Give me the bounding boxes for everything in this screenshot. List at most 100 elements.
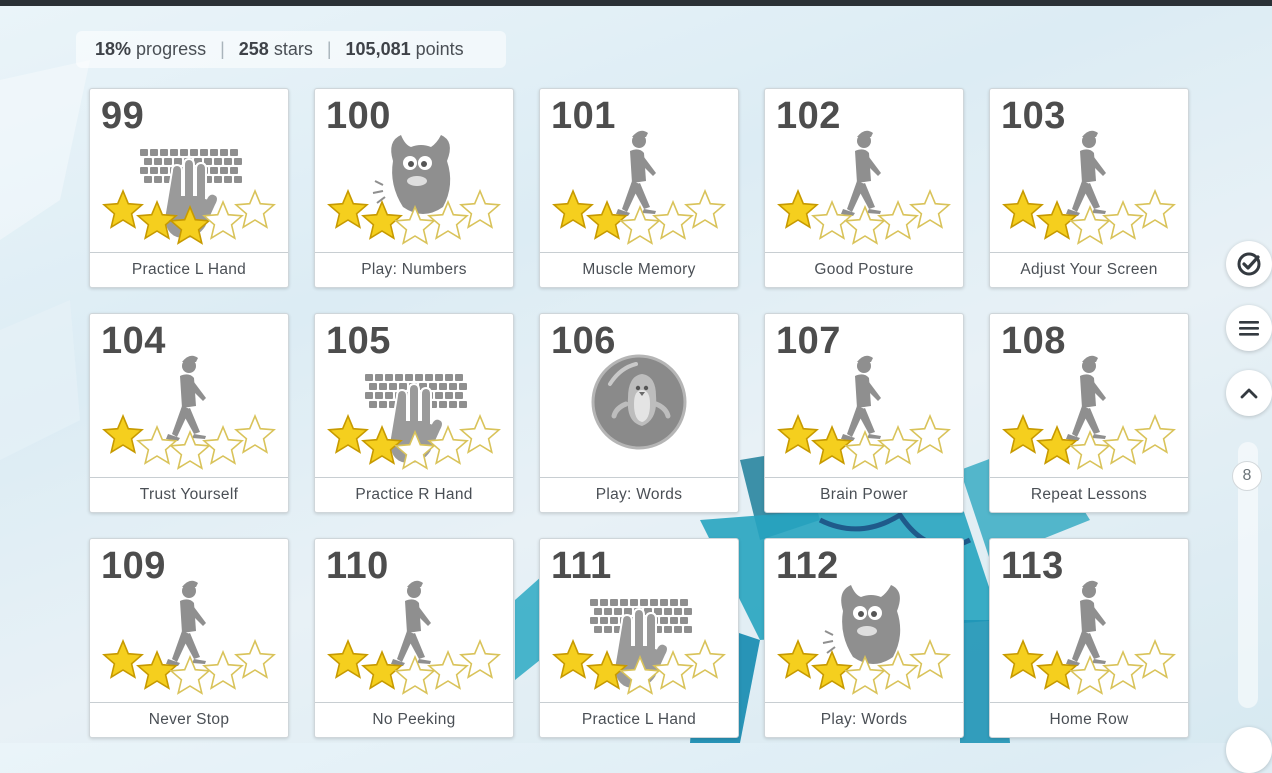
walking-person-icon [841, 130, 881, 216]
star-empty-icon [459, 413, 501, 454]
lesson-number: 100 [326, 95, 391, 137]
points-stat: 105,081 points [345, 39, 464, 59]
lesson-number: 102 [776, 95, 841, 137]
star-empty-icon [652, 199, 694, 240]
lesson-title: Play: Words [765, 702, 963, 737]
walking-person-icon [166, 580, 206, 666]
lesson-number: 101 [551, 95, 616, 137]
star-empty-icon [202, 649, 244, 690]
star-filled-icon [777, 188, 819, 229]
lesson-card[interactable]: 108 Repeat Lessons [989, 313, 1189, 513]
walking-person-icon [166, 355, 206, 441]
lesson-card[interactable]: 101 Muscle Memory [539, 88, 739, 288]
star-filled-icon [1002, 638, 1044, 679]
lesson-number: 104 [101, 320, 166, 362]
lesson-number: 103 [1001, 95, 1066, 137]
walking-person-icon [1066, 355, 1106, 441]
star-filled-icon [327, 638, 369, 679]
star-filled-icon [327, 413, 369, 454]
lesson-card[interactable]: 113 Home Row [989, 538, 1189, 738]
lesson-title: Practice R Hand [315, 477, 513, 512]
separator: | [220, 39, 225, 59]
star-empty-icon [909, 638, 951, 679]
star-empty-icon [684, 638, 726, 679]
lesson-card[interactable]: 100 Play: Numbers [314, 88, 514, 288]
walking-person-icon [616, 130, 656, 216]
monster-icon [822, 585, 901, 664]
lesson-title: Adjust Your Screen [990, 252, 1188, 287]
star-empty-icon [427, 649, 469, 690]
star-empty-icon [234, 413, 276, 454]
star-empty-icon [1102, 649, 1144, 690]
lesson-number: 112 [776, 545, 839, 587]
scroll-thumb[interactable]: 8 [1232, 461, 1262, 491]
star-filled-icon [552, 188, 594, 229]
lesson-title: Practice L Hand [540, 702, 738, 737]
star-empty-icon [459, 638, 501, 679]
star-empty-icon [1134, 188, 1176, 229]
lesson-title: Home Row [990, 702, 1188, 737]
lesson-title: Trust Yourself [90, 477, 288, 512]
star-empty-icon [877, 199, 919, 240]
lesson-card[interactable]: 103 Adjust Your Screen [989, 88, 1189, 288]
lesson-number: 110 [326, 545, 389, 587]
star-empty-icon [909, 188, 951, 229]
lesson-card[interactable]: 102 Good Posture [764, 88, 964, 288]
top-bar [0, 0, 1272, 6]
lesson-card[interactable]: 105 Practice R Hand [314, 313, 514, 513]
star-empty-icon [1134, 413, 1176, 454]
penguin-bubble-icon [591, 354, 687, 450]
lesson-card[interactable]: 99 Practice L Hand [89, 88, 289, 288]
star-filled-icon [1002, 413, 1044, 454]
lesson-number: 105 [326, 320, 391, 362]
lesson-title: Good Posture [765, 252, 963, 287]
lesson-title: Muscle Memory [540, 252, 738, 287]
star-filled-icon [777, 638, 819, 679]
lesson-number: 109 [101, 545, 166, 587]
lesson-card[interactable]: 107 Brain Power [764, 313, 964, 513]
stars-stat: 258 stars [238, 39, 313, 59]
lesson-title: Play: Words [540, 477, 738, 512]
star-filled-icon [102, 638, 144, 679]
lesson-card[interactable]: 109 Never Stop [89, 538, 289, 738]
lesson-card[interactable]: 112 Play: Words [764, 538, 964, 738]
chevron-up-icon [1240, 388, 1258, 399]
walking-person-icon [841, 355, 881, 441]
lesson-title: Never Stop [90, 702, 288, 737]
star-empty-icon [459, 188, 501, 229]
lesson-title: Practice L Hand [90, 252, 288, 287]
star-filled-icon [1002, 188, 1044, 229]
checkmark-icon [1237, 252, 1261, 276]
star-empty-icon [1102, 199, 1144, 240]
lesson-card[interactable]: 104 Trust Yourself [89, 313, 289, 513]
progress-summary: 18% progress | 258 stars | 105,081 point… [76, 31, 506, 68]
lesson-number: 99 [101, 95, 145, 137]
scroll-down-button[interactable] [1226, 727, 1272, 773]
star-empty-icon [877, 424, 919, 465]
progress-stat: 18% progress [95, 39, 207, 59]
walking-person-icon [1066, 580, 1106, 666]
lesson-card[interactable]: 111 Practice L Hand [539, 538, 739, 738]
lesson-number: 107 [776, 320, 841, 362]
walking-person-icon [391, 580, 431, 666]
lesson-title: Brain Power [765, 477, 963, 512]
star-empty-icon [1102, 424, 1144, 465]
star-empty-icon [684, 188, 726, 229]
menu-button[interactable] [1226, 305, 1272, 351]
star-filled-icon [552, 638, 594, 679]
monster-icon [372, 135, 451, 214]
star-empty-icon [234, 638, 276, 679]
star-empty-icon [1134, 638, 1176, 679]
lesson-card[interactable]: 106 Play: Words [539, 313, 739, 513]
checkmark-button[interactable] [1226, 241, 1272, 287]
lesson-number: 106 [551, 320, 616, 362]
star-filled-icon [777, 413, 819, 454]
lesson-number: 111 [551, 545, 612, 587]
star-filled-icon [327, 188, 369, 229]
separator: | [326, 39, 332, 59]
lesson-title: No Peeking [315, 702, 513, 737]
lesson-title: Play: Numbers [315, 252, 513, 287]
star-empty-icon [909, 413, 951, 454]
lesson-card[interactable]: 110 No Peeking [314, 538, 514, 738]
scroll-up-button[interactable] [1226, 370, 1272, 416]
